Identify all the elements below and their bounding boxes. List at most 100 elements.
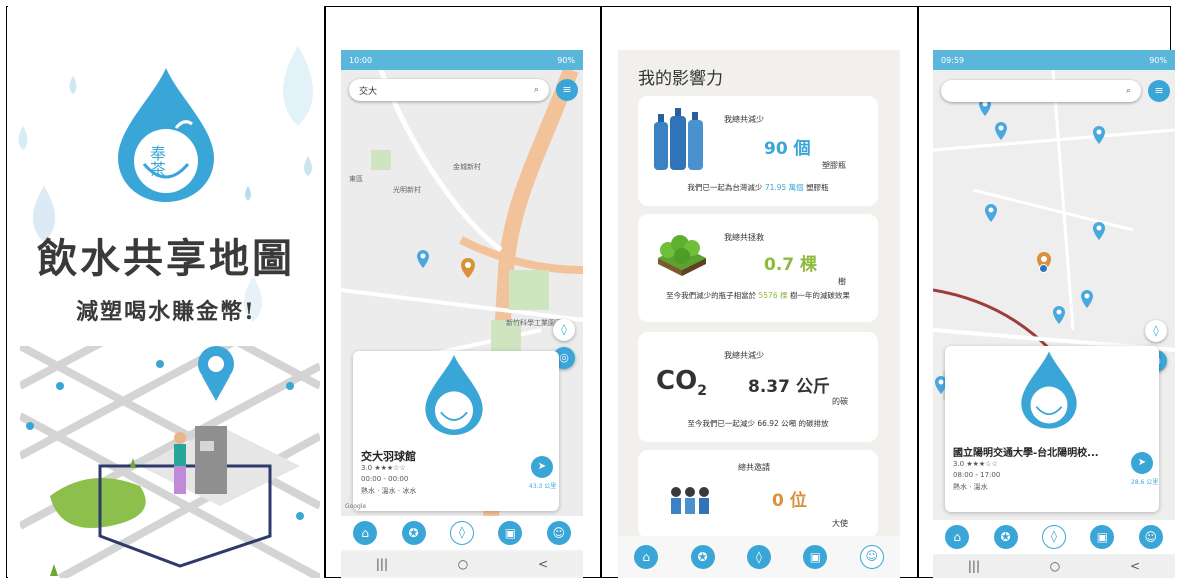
divider — [917, 6, 919, 578]
filter-button[interactable]: ≡ — [1148, 80, 1170, 102]
station-hours: 08:00 - 17:00 — [953, 471, 1001, 479]
app-title: 飲水共享地圖 — [37, 235, 295, 282]
status-time: 10:00 — [349, 55, 373, 65]
ambassador-label: 總共邀請 — [738, 463, 770, 472]
co2-amount: 8.37 公斤 — [748, 377, 830, 397]
search-icon: ⌕ — [533, 85, 539, 95]
co2-impact-card: 我總共減少 CO2 8.37 公斤 的碳 至今我們已一起減少 66.92 公噸 … — [638, 332, 878, 442]
recent-apps-button[interactable]: ||| — [376, 557, 388, 571]
people-icon — [671, 487, 709, 514]
gift-icon[interactable]: ▣ — [498, 521, 523, 545]
status-battery: 90% — [1149, 55, 1167, 65]
bottles-icon — [654, 108, 703, 170]
bottle-label: 我總共減少 — [724, 115, 764, 124]
water-pin-icon[interactable] — [417, 250, 429, 268]
station-card[interactable]: 國立陽明交通大學-台北陽明校... 3.0 ★★★☆☆ 08:00 - 17:0… — [945, 346, 1159, 512]
station-distance: 43.3 公里 — [529, 483, 557, 490]
filter-button[interactable]: ≡ — [556, 79, 578, 101]
phone-map-screen-2: 09:59 90% ◊ ◎ 國立陽明交通大學-台北陽明 — [933, 50, 1175, 578]
station-logo — [1021, 351, 1077, 429]
bottle-impact-card: 我總共減少 90 個 塑膠瓶 我們已一起為台灣減少 71.95 萬個 塑膠瓶 — [638, 96, 878, 206]
system-nav-bar: ||| ○ < — [341, 552, 583, 576]
co2-unit: 的碳 — [832, 397, 848, 406]
bottom-nav: ⌂ ✪ ◊ ▣ ☺ — [933, 520, 1175, 554]
water-pin-icon[interactable] — [995, 122, 1007, 140]
app-logo — [118, 68, 214, 202]
co2-label: 我總共減少 — [724, 351, 764, 360]
station-rating: 3.0 ★★★☆☆ — [361, 464, 406, 472]
map-view[interactable]: ◊ ◎ 國立陽明交通大學-台北陽明校... 3.0 ★★★☆☆ 08:00 - … — [933, 70, 1175, 520]
tree-label: 我總共拯救 — [724, 233, 764, 242]
water-pin-icon[interactable] — [985, 204, 997, 222]
map-view[interactable]: 光明新村 東區 金城新村 新竹科學工業園區 ◊ ◎ 交大羽球館 3.0 ★★★☆… — [341, 70, 583, 516]
badge-icon[interactable]: ✪ — [993, 525, 1018, 549]
station-name: 國立陽明交通大學-台北陽明校... — [953, 448, 1099, 459]
search-value: 交大 — [359, 86, 378, 97]
tree-impact-card: 我總共拯救 0.7 棵 樹 至今我們減少的瓶子相當於 5576 棵 樹一年的減碳… — [638, 214, 878, 322]
station-logo — [425, 355, 483, 435]
station-water-types: 熱水 · 溫水 — [953, 483, 988, 491]
water-pin-icon[interactable] — [1081, 290, 1093, 308]
home-icon[interactable]: ⌂ — [634, 545, 659, 569]
home-icon[interactable]: ⌂ — [353, 521, 378, 545]
water-drop-icon[interactable]: ◊ — [449, 521, 474, 545]
divider — [324, 6, 326, 578]
navigate-button[interactable]: ➤ — [531, 456, 553, 478]
gift-icon[interactable]: ▣ — [803, 545, 828, 569]
tree-description: 至今我們減少的瓶子相當於 5576 棵 樹一年的減碳效果 — [666, 291, 850, 300]
search-icon: ⌕ — [1125, 86, 1131, 96]
badge-icon[interactable]: ✪ — [690, 545, 715, 569]
water-pin-icon[interactable] — [1093, 222, 1105, 240]
map-label: 光明新村 — [393, 186, 421, 194]
station-water-types: 熱水 · 溫水 · 冰水 — [361, 487, 417, 495]
water-pin-icon[interactable] — [1093, 126, 1105, 144]
splash-screen: 奉茶 飲水共享地圖 減塑喝水賺金幣! — [8, 6, 324, 578]
ambassador-count: 0 位 — [772, 491, 807, 511]
water-pin-icon[interactable] — [1053, 306, 1065, 324]
bottle-description: 我們已一起為台灣減少 71.95 萬個 塑膠瓶 — [687, 183, 829, 192]
station-card[interactable]: 交大羽球館 3.0 ★★★☆☆ 00:00 - 00:00 熱水 · 溫水 · … — [353, 351, 559, 511]
page-title: 我的影響力 — [638, 69, 723, 89]
status-bar: 09:59 90% — [933, 50, 1175, 70]
back-button[interactable]: < — [1130, 559, 1140, 573]
badge-icon[interactable]: ✪ — [401, 521, 426, 545]
water-drop-icon[interactable]: ◊ — [746, 545, 771, 569]
search-input[interactable]: ⌕ — [941, 80, 1141, 102]
app-slogan: 減塑喝水賺金幣! — [76, 299, 256, 325]
impact-screen: 我的影響力 我總共減少 90 個 塑膠瓶 我們已一起為台灣減少 71.95 萬個… — [618, 50, 900, 578]
recent-apps-button[interactable]: ||| — [968, 559, 980, 573]
user-icon[interactable]: ☺ — [859, 545, 884, 569]
bottle-unit: 塑膠瓶 — [822, 161, 846, 170]
tree-count: 0.7 棵 — [764, 255, 818, 275]
system-nav-bar: ||| ○ < — [933, 554, 1175, 578]
station-hours: 00:00 - 00:00 — [361, 475, 409, 483]
map-label: 東區 — [349, 175, 363, 183]
forest-icon — [658, 235, 706, 276]
co2-symbol: CO2 — [656, 366, 707, 400]
water-drop-button[interactable]: ◊ — [553, 319, 575, 341]
status-battery: 90% — [557, 55, 575, 65]
map-attribution: Google — [345, 503, 367, 510]
co2-description: 至今我們已一起減少 66.92 公噸 的碳排放 — [687, 419, 829, 428]
back-button[interactable]: < — [538, 557, 548, 571]
isometric-map-illustration — [20, 346, 320, 578]
water-drop-icon[interactable]: ◊ — [1041, 525, 1066, 549]
selected-pin-icon[interactable] — [461, 258, 475, 278]
ambassador-card: 總共邀請 0 位 大使 — [638, 450, 878, 538]
user-icon[interactable]: ☺ — [546, 521, 571, 545]
status-time: 09:59 — [941, 55, 965, 65]
bottom-nav: ⌂ ✪ ◊ ▣ ☺ — [341, 516, 583, 550]
logo-text: 奉茶 — [149, 144, 166, 179]
navigate-button[interactable]: ➤ — [1131, 452, 1153, 474]
station-distance: 28.6 公里 — [1131, 479, 1159, 486]
home-system-button[interactable]: ○ — [1050, 559, 1060, 573]
station-rating: 3.0 ★★★☆☆ — [953, 460, 998, 468]
gift-icon[interactable]: ▣ — [1090, 525, 1115, 549]
map-label: 金城新村 — [453, 163, 481, 171]
bottom-nav: ⌂ ✪ ◊ ▣ ☺ — [618, 536, 900, 578]
user-icon[interactable]: ☺ — [1138, 525, 1163, 549]
home-system-button[interactable]: ○ — [458, 557, 468, 571]
search-input[interactable]: 交大 ⌕ — [349, 79, 549, 101]
home-icon[interactable]: ⌂ — [945, 525, 970, 549]
water-drop-button[interactable]: ◊ — [1145, 320, 1167, 342]
